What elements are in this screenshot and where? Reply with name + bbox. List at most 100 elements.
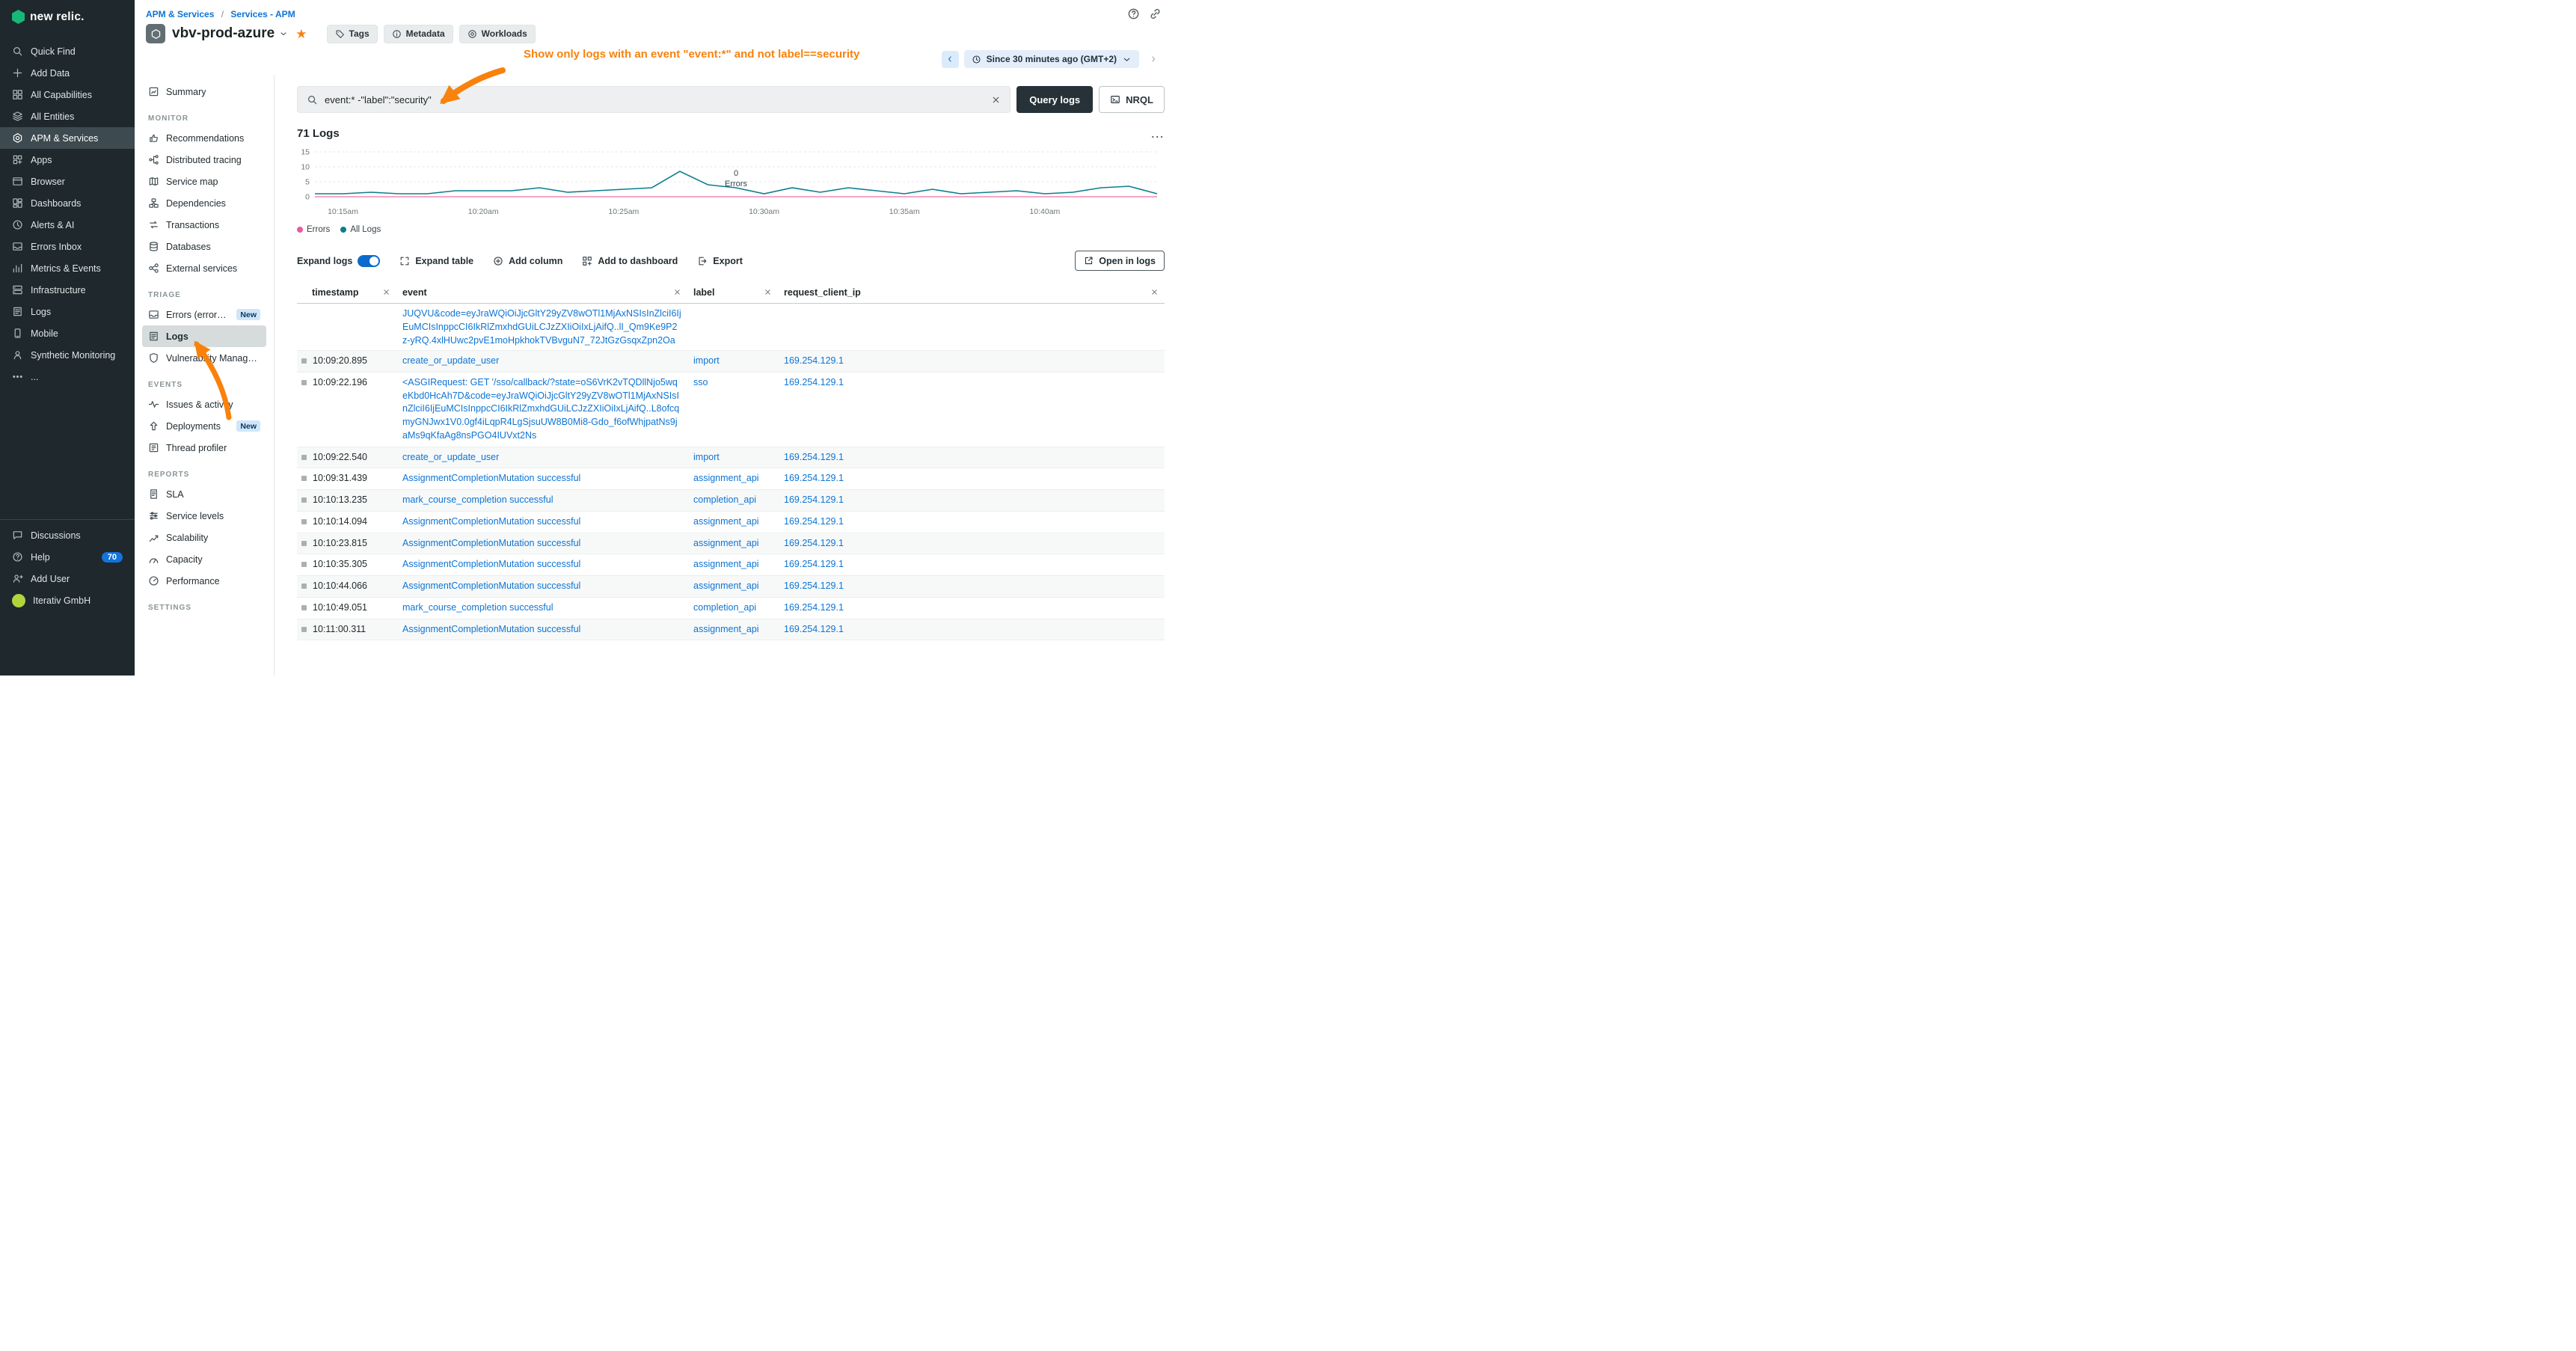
table-row[interactable]: 10:10:35.305AssignmentCompletionMutation…	[297, 554, 1165, 576]
request-client-ip-link[interactable]: 169.254.129.1	[784, 624, 844, 634]
logs-query-input[interactable]	[325, 94, 984, 105]
event-link[interactable]: AssignmentCompletionMutation successful	[402, 580, 580, 591]
sidebar-item-all-entities[interactable]: All Entities	[0, 105, 135, 127]
entity-nav-item-errors-errors-inb[interactable]: Errors (errors inb...New	[142, 304, 266, 325]
entity-nav-item-distributed-tracing[interactable]: Distributed tracing	[142, 149, 266, 171]
table-row[interactable]: 10:10:23.815AssignmentCompletionMutation…	[297, 533, 1165, 555]
table-row[interactable]: 10:10:13.235mark_course_completion succe…	[297, 490, 1165, 512]
request-client-ip-link[interactable]: 169.254.129.1	[784, 473, 844, 483]
entity-nav-item-databases[interactable]: Databases	[142, 236, 266, 257]
label-link[interactable]: import	[693, 452, 720, 462]
table-row[interactable]: 10:10:49.051mark_course_completion succe…	[297, 598, 1165, 619]
time-back-button[interactable]	[942, 51, 959, 68]
sidebar-item-synthetic-monitoring[interactable]: Synthetic Monitoring	[0, 344, 135, 366]
table-row[interactable]: 10:10:14.094AssignmentCompletionMutation…	[297, 512, 1165, 533]
label-link[interactable]: assignment_api	[693, 538, 759, 548]
remove-column-icon[interactable]	[382, 288, 390, 296]
table-row[interactable]: 10:11:00.311AssignmentCompletionMutation…	[297, 619, 1165, 641]
entity-nav-item-capacity[interactable]: Capacity	[142, 548, 266, 570]
entity-nav-item-performance[interactable]: Performance	[142, 570, 266, 592]
event-link[interactable]: AssignmentCompletionMutation successful	[402, 473, 580, 483]
request-client-ip-link[interactable]: 169.254.129.1	[784, 355, 844, 366]
table-row[interactable]: 10:10:44.066AssignmentCompletionMutation…	[297, 576, 1165, 598]
sidebar-item-all-capabilities[interactable]: All Capabilities	[0, 84, 135, 105]
clear-query-icon[interactable]	[991, 95, 1001, 105]
event-link[interactable]: mark_course_completion successful	[402, 602, 553, 613]
entity-nav-item-logs[interactable]: Logs	[142, 325, 266, 347]
add-to-dashboard-button[interactable]: Add to dashboard	[582, 256, 678, 266]
entity-nav-item-issues-activity[interactable]: Issues & activity	[142, 393, 266, 415]
help-icon[interactable]	[1127, 7, 1140, 20]
favorite-star-icon[interactable]: ★	[295, 28, 307, 40]
sidebar-footer-item-iterativ-gmbh[interactable]: Iterativ GmbH	[0, 589, 135, 611]
entity-nav-item-external-services[interactable]: External services	[142, 257, 266, 279]
remove-column-icon[interactable]	[673, 288, 681, 296]
breadcrumb-link-apm-services[interactable]: APM & Services	[146, 9, 214, 19]
entity-nav-item-service-map[interactable]: Service map	[142, 171, 266, 192]
event-link[interactable]: JUQVU&code=eyJraWQiOiJjcGltY29yZV8wOTl1M…	[402, 307, 681, 346]
label-link[interactable]: import	[693, 355, 720, 366]
label-link[interactable]: sso	[693, 377, 708, 387]
logs-search-box[interactable]	[297, 86, 1011, 113]
request-client-ip-link[interactable]: 169.254.129.1	[784, 516, 844, 527]
label-link[interactable]: completion_api	[693, 602, 756, 613]
sidebar-item-infrastructure[interactable]: Infrastructure	[0, 279, 135, 301]
entity-nav-item-vulnerability-management[interactable]: Vulnerability Management	[142, 347, 266, 369]
entity-nav-item-deployments[interactable]: DeploymentsNew	[142, 415, 266, 437]
entity-nav-item-recommendations[interactable]: Recommendations	[142, 127, 266, 149]
event-link[interactable]: AssignmentCompletionMutation successful	[402, 624, 580, 634]
row-expand-handle[interactable]	[301, 476, 307, 481]
copy-permalink-icon[interactable]	[1149, 7, 1162, 20]
label-link[interactable]: completion_api	[693, 494, 756, 505]
request-client-ip-link[interactable]: 169.254.129.1	[784, 538, 844, 548]
chart-menu-button[interactable]: ...	[1151, 128, 1165, 140]
row-expand-handle[interactable]	[301, 605, 307, 610]
label-link[interactable]: assignment_api	[693, 473, 759, 483]
request-client-ip-link[interactable]: 169.254.129.1	[784, 580, 844, 591]
sidebar-footer-item-help[interactable]: Help70	[0, 546, 135, 568]
legend-errors[interactable]: Errors	[297, 225, 330, 234]
add-column-button[interactable]: Add column	[493, 256, 562, 266]
table-row[interactable]: 10:09:22.540create_or_update_userimport1…	[297, 447, 1165, 469]
row-expand-handle[interactable]	[301, 455, 307, 460]
sidebar-footer-item-add-user[interactable]: Add User	[0, 568, 135, 589]
sidebar-item-apps[interactable]: Apps	[0, 149, 135, 171]
remove-column-icon[interactable]	[1150, 288, 1159, 296]
sidebar-item-mobile[interactable]: Mobile	[0, 322, 135, 344]
event-link[interactable]: create_or_update_user	[402, 355, 499, 366]
sidebar-item-alerts-ai[interactable]: Alerts & AI	[0, 214, 135, 236]
entity-nav-item-dependencies[interactable]: Dependencies	[142, 192, 266, 214]
entity-nav-item-service-levels[interactable]: Service levels	[142, 505, 266, 527]
event-link[interactable]: AssignmentCompletionMutation successful	[402, 516, 580, 527]
sidebar-item-quick-find[interactable]: Quick Find	[0, 40, 135, 62]
request-client-ip-link[interactable]: 169.254.129.1	[784, 377, 844, 387]
request-client-ip-link[interactable]: 169.254.129.1	[784, 494, 844, 505]
sidebar-item-errors-inbox[interactable]: Errors Inbox	[0, 236, 135, 257]
sidebar-footer-item-discussions[interactable]: Discussions	[0, 524, 135, 546]
row-expand-handle[interactable]	[301, 562, 307, 567]
time-picker[interactable]: Since 30 minutes ago (GMT+2)	[964, 50, 1139, 68]
label-link[interactable]: assignment_api	[693, 624, 759, 634]
label-link[interactable]: assignment_api	[693, 516, 759, 527]
entity-nav-item-transactions[interactable]: Transactions	[142, 214, 266, 236]
sidebar-item-metrics-events[interactable]: Metrics & Events	[0, 257, 135, 279]
event-link[interactable]: AssignmentCompletionMutation successful	[402, 559, 580, 569]
row-expand-handle[interactable]	[301, 627, 307, 632]
row-expand-handle[interactable]	[301, 380, 307, 385]
sidebar-item-dashboards[interactable]: Dashboards	[0, 192, 135, 214]
expand-table-button[interactable]: Expand table	[399, 256, 473, 266]
row-expand-handle[interactable]	[301, 583, 307, 589]
event-link[interactable]: AssignmentCompletionMutation successful	[402, 538, 580, 548]
entity-switcher-chevron-icon[interactable]	[275, 29, 288, 38]
row-expand-handle[interactable]	[301, 541, 307, 546]
breadcrumb-link-services-apm[interactable]: Services - APM	[230, 9, 295, 19]
query-logs-button[interactable]: Query logs	[1016, 86, 1093, 113]
expand-logs-control[interactable]: Expand logs	[297, 255, 380, 267]
table-row[interactable]: 10:09:22.196<ASGIRequest: GET '/sso/call…	[297, 373, 1165, 447]
request-client-ip-link[interactable]: 169.254.129.1	[784, 452, 844, 462]
tags-button[interactable]: Tags	[327, 25, 378, 43]
entity-nav-item-scalability[interactable]: Scalability	[142, 527, 266, 548]
legend-all-logs[interactable]: All Logs	[340, 225, 381, 234]
entity-nav-item-thread-profiler[interactable]: Thread profiler	[142, 437, 266, 459]
sidebar-item-item[interactable]: ...	[0, 366, 135, 387]
